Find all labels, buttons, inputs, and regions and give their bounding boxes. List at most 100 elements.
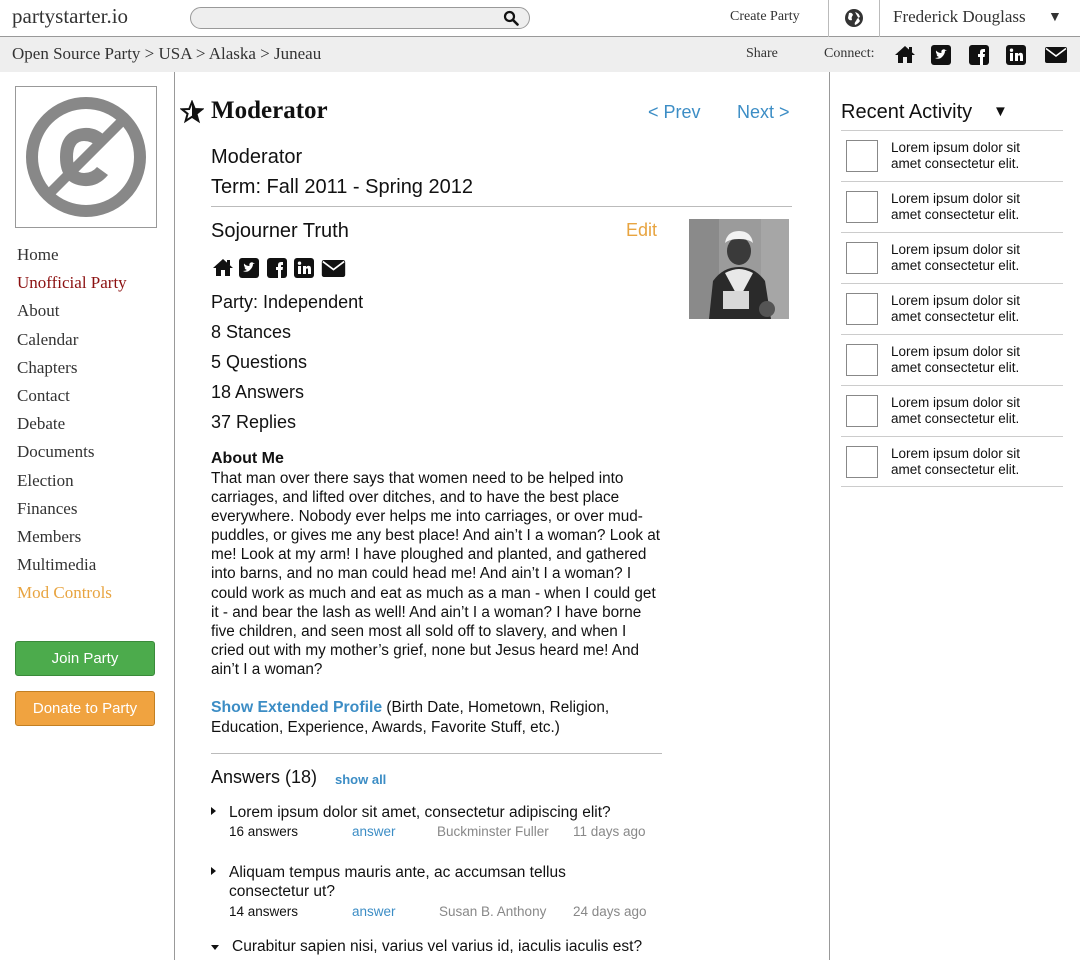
sidebar-item-contact[interactable]: Contact	[17, 386, 127, 414]
question-text[interactable]: Lorem ipsum dolor sit amet, consectetur …	[229, 803, 639, 822]
expand-triangle-icon[interactable]	[211, 867, 216, 875]
question-author[interactable]: Buckminster Fuller	[437, 824, 549, 839]
answer-link[interactable]: answer	[352, 824, 396, 839]
show-all-link[interactable]: show all	[335, 772, 386, 787]
share-link[interactable]: Share	[746, 46, 778, 62]
home-icon[interactable]	[212, 258, 234, 277]
sidebar-item-unofficial-party[interactable]: Unofficial Party	[17, 273, 127, 301]
public-domain-icon	[26, 97, 146, 217]
globe-icon[interactable]	[844, 8, 864, 28]
about-text: That man over there says that women need…	[211, 470, 660, 678]
activity-item[interactable]: Lorem ipsum dolor sit amet consectetur e…	[841, 181, 1063, 232]
sidebar-item-multimedia[interactable]: Multimedia	[17, 555, 127, 583]
divider	[211, 753, 662, 754]
recent-activity-title[interactable]: Recent Activity	[841, 101, 972, 124]
activity-text: Lorem ipsum dolor sit amet consectetur e…	[891, 242, 1021, 273]
divider	[211, 206, 792, 207]
member-photo	[689, 219, 789, 319]
sidebar-item-finances[interactable]: Finances	[17, 499, 127, 527]
answers-heading: Answers (18)	[211, 767, 318, 787]
question-text[interactable]: Aliquam tempus mauris ante, ac accumsan …	[229, 863, 639, 901]
breadcrumb[interactable]: Open Source Party > USA > Alaska > Junea…	[12, 44, 321, 64]
activity-thumbnail	[846, 446, 878, 478]
breadcrumb-bar: Open Source Party > USA > Alaska > Junea…	[0, 37, 1080, 72]
prev-link[interactable]: < Prev	[648, 102, 701, 123]
create-party-link[interactable]: Create Party	[730, 9, 800, 25]
search-input[interactable]	[201, 8, 501, 28]
replies-count[interactable]: 37 Replies	[211, 412, 296, 433]
collapse-triangle-icon[interactable]	[211, 945, 219, 950]
activity-item[interactable]: Lorem ipsum dolor sit amet consectetur e…	[841, 232, 1063, 283]
expand-triangle-icon[interactable]	[211, 807, 216, 815]
role-name: Moderator	[211, 146, 303, 168]
role-term: Term: Fall 2011 - Spring 2012	[211, 176, 473, 198]
activity-text: Lorem ipsum dolor sit amet consectetur e…	[891, 446, 1021, 477]
activity-text: Lorem ipsum dolor sit amet consectetur e…	[891, 191, 1021, 222]
divider	[879, 0, 880, 37]
search-box[interactable]	[190, 7, 530, 29]
activity-text: Lorem ipsum dolor sit amet consectetur e…	[891, 344, 1021, 375]
top-bar: partystarter.io Create Party Frederick D…	[0, 0, 1080, 37]
star-icon[interactable]	[180, 100, 204, 124]
question-author[interactable]: Susan B. Anthony	[439, 904, 546, 919]
member-name: Sojourner Truth	[211, 220, 349, 242]
facebook-icon[interactable]	[267, 258, 287, 278]
home-icon[interactable]	[894, 45, 916, 64]
activity-thumbnail	[846, 191, 878, 223]
sidebar-item-about[interactable]: About	[17, 301, 127, 329]
sidebar-item-home[interactable]: Home	[17, 245, 127, 273]
activity-thumbnail	[846, 140, 878, 172]
activity-item[interactable]: Lorem ipsum dolor sit amet consectetur e…	[841, 283, 1063, 334]
activity-text: Lorem ipsum dolor sit amet consectetur e…	[891, 293, 1021, 324]
stances-count[interactable]: 8 Stances	[211, 322, 291, 343]
extended-profile: Show Extended Profile (Birth Date, Homet…	[211, 698, 661, 738]
show-extended-profile-link[interactable]: Show Extended Profile	[211, 699, 382, 716]
activity-item[interactable]: Lorem ipsum dolor sit amet consectetur e…	[841, 130, 1063, 181]
party-logo	[15, 86, 157, 228]
site-logo[interactable]: partystarter.io	[12, 4, 128, 29]
activity-item[interactable]: Lorem ipsum dolor sit amet consectetur e…	[841, 436, 1063, 487]
edit-link[interactable]: Edit	[626, 220, 657, 241]
envelope-icon[interactable]	[321, 260, 346, 277]
join-party-button[interactable]: Join Party	[15, 641, 155, 676]
activity-thumbnail	[846, 395, 878, 427]
sidebar-item-members[interactable]: Members	[17, 527, 127, 555]
sidebar-item-debate[interactable]: Debate	[17, 414, 127, 442]
questions-count[interactable]: 5 Questions	[211, 352, 307, 373]
chevron-down-icon[interactable]: ▼	[1048, 8, 1062, 24]
chevron-down-icon[interactable]: ▼	[993, 103, 1008, 120]
user-menu[interactable]: Frederick Douglass	[893, 7, 1026, 27]
connect-label: Connect:	[824, 46, 875, 61]
activity-item[interactable]: Lorem ipsum dolor sit amet consectetur e…	[841, 334, 1063, 385]
search-icon[interactable]	[503, 10, 519, 26]
activity-item[interactable]: Lorem ipsum dolor sit amet consectetur e…	[841, 385, 1063, 436]
activity-thumbnail	[846, 344, 878, 376]
envelope-icon[interactable]	[1045, 47, 1067, 63]
linkedin-icon[interactable]	[294, 258, 314, 278]
next-link[interactable]: Next >	[737, 102, 790, 123]
twitter-icon[interactable]	[931, 45, 951, 65]
answer-link[interactable]: answer	[352, 904, 396, 919]
donate-button[interactable]: Donate to Party	[15, 691, 155, 726]
left-sidebar: Home Unofficial Party About Calendar Chapter…	[0, 72, 175, 960]
sidebar-item-documents[interactable]: Documents	[17, 442, 127, 470]
question-time: 11 days ago	[573, 824, 646, 839]
page-title: Moderator	[211, 97, 328, 124]
activity-list: Lorem ipsum dolor sit amet consectetur e…	[841, 130, 1063, 487]
twitter-icon[interactable]	[239, 258, 259, 278]
sidebar-item-chapters[interactable]: Chapters	[17, 358, 127, 386]
linkedin-icon[interactable]	[1006, 45, 1026, 65]
facebook-icon[interactable]	[969, 45, 989, 65]
sidebar-item-calendar[interactable]: Calendar	[17, 330, 127, 358]
right-sidebar: Recent Activity ▼ Lorem ipsum dolor sit …	[829, 72, 1080, 960]
question-text[interactable]: Curabitur sapien nisi, varius vel varius…	[232, 937, 672, 956]
activity-thumbnail	[846, 293, 878, 325]
sidebar-nav: Home Unofficial Party About Calendar Chapter…	[17, 245, 127, 611]
sidebar-item-mod-controls[interactable]: Mod Controls	[17, 583, 127, 611]
activity-thumbnail	[846, 242, 878, 274]
question-time: 24 days ago	[573, 904, 647, 919]
sidebar-item-election[interactable]: Election	[17, 471, 127, 499]
main-content: Moderator < Prev Next > Moderator Term: …	[176, 72, 829, 960]
answers-count[interactable]: 18 Answers	[211, 382, 304, 403]
divider	[828, 0, 829, 37]
